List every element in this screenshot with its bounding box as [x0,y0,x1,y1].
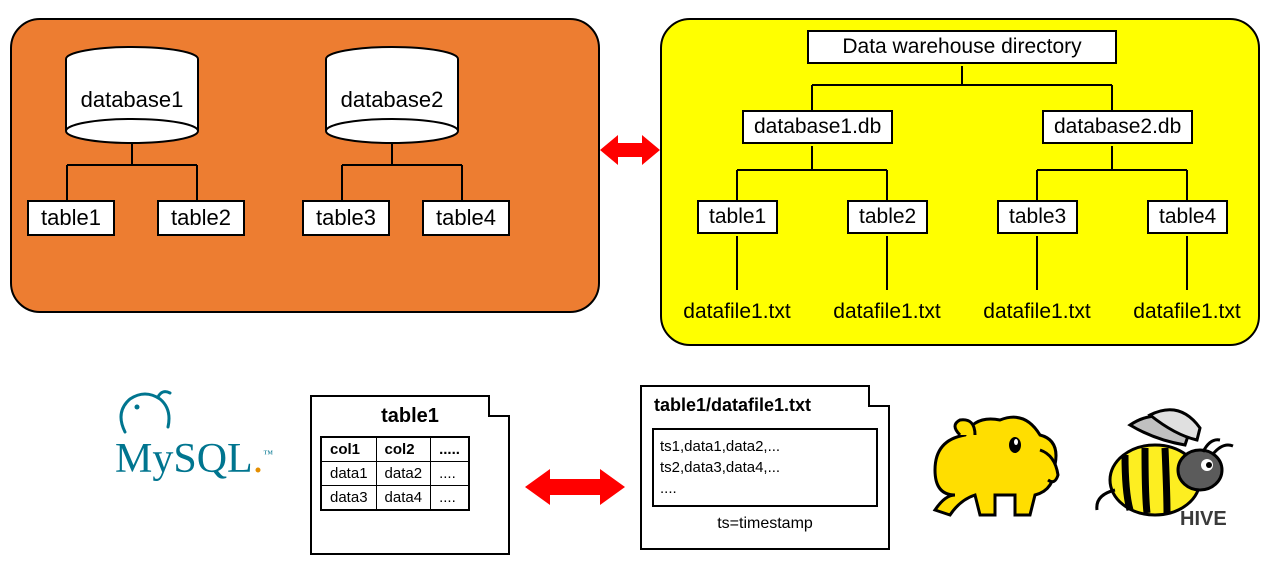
r2c1: data3 [321,486,376,511]
timestamp-label: ts=timestamp [642,511,888,539]
top-double-arrow [600,130,660,170]
r2c2: data4 [376,486,431,511]
left-tree-lines [12,20,602,315]
r1c2: data2 [376,462,431,486]
bottom-double-arrow [525,465,625,510]
file3: datafile1.txt [967,300,1107,324]
file2: datafile1.txt [817,300,957,324]
mysql-doc-title: table1 [312,397,508,436]
warehouse-panel: Data warehouse directory database1.db da… [660,18,1260,346]
r-table4: table4 [1147,200,1228,234]
hive-doc-content: ts1,data1,data2,... ts2,data3,data4,... … [652,428,878,507]
hive-datafile-doc: table1/datafile1.txt ts1,data1,data2,...… [640,385,890,550]
r1c3: .... [431,462,469,486]
left-table3: table3 [302,200,390,236]
db2-node: database2.db [1042,110,1193,144]
doc-corner-icon [488,395,510,417]
col3-header: ..... [431,437,469,462]
r-table1: table1 [697,200,778,234]
file4: datafile1.txt [1117,300,1257,324]
hive-logo: HIVE [1085,400,1255,545]
doc-corner-icon [868,385,890,407]
db1-node: database1.db [742,110,893,144]
hive-doc-title: table1/datafile1.txt [642,387,888,424]
mysql-logo: MySQL.™ [115,395,273,443]
mysql-mini-table: col1 col2 ..... data1 data2 .... data3 d… [320,436,470,511]
hive-text: HIVE [1180,508,1227,530]
r1c1: data1 [321,462,376,486]
left-table4: table4 [422,200,510,236]
hadoop-logo [920,400,1070,535]
col1-header: col1 [321,437,376,462]
r2c3: .... [431,486,469,511]
col2-header: col2 [376,437,431,462]
mysql-table-doc: table1 col1 col2 ..... data1 data2 .... … [310,395,510,555]
r-table3: table3 [997,200,1078,234]
file1: datafile1.txt [667,300,807,324]
right-tree-lines [662,20,1262,348]
left-table2: table2 [157,200,245,236]
mysql-panel: database1 database2 table1 table2 table3… [10,18,600,313]
left-table1: table1 [27,200,115,236]
mysql-text: MySQL [115,436,253,482]
r-table2: table2 [847,200,928,234]
